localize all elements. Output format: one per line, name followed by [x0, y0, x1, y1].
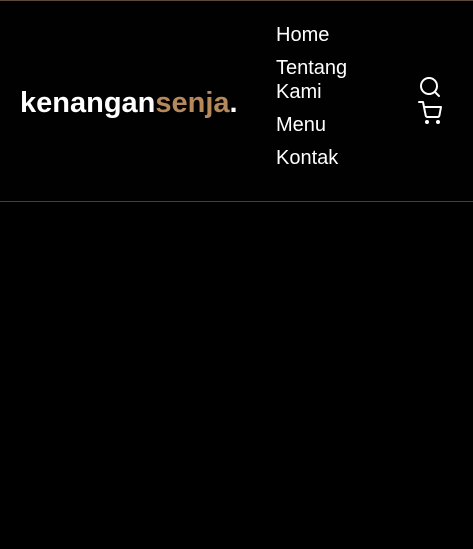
brand-logo-dot: .	[229, 87, 238, 119]
main-nav: Home Tentang Kami Menu Kontak	[276, 23, 386, 170]
brand-logo-primary: kenangan	[20, 87, 156, 119]
shopping-cart-icon[interactable]	[418, 101, 442, 125]
page: kenangansenja. Home Tentang Kami Menu Ko…	[0, 0, 473, 549]
navbar-icons	[418, 75, 444, 125]
brand-logo[interactable]: kenangansenja.	[20, 85, 238, 121]
nav-item-tentang-kami[interactable]: Tentang Kami	[276, 56, 366, 104]
nav-item-home[interactable]: Home	[276, 23, 366, 47]
main-content	[0, 203, 473, 549]
nav-item-menu[interactable]: Menu	[276, 113, 366, 137]
brand-logo-accent: senja	[155, 87, 230, 119]
navbar: kenangansenja. Home Tentang Kami Menu Ko…	[0, 1, 473, 202]
search-icon[interactable]	[418, 75, 442, 99]
nav-item-kontak[interactable]: Kontak	[276, 146, 366, 170]
